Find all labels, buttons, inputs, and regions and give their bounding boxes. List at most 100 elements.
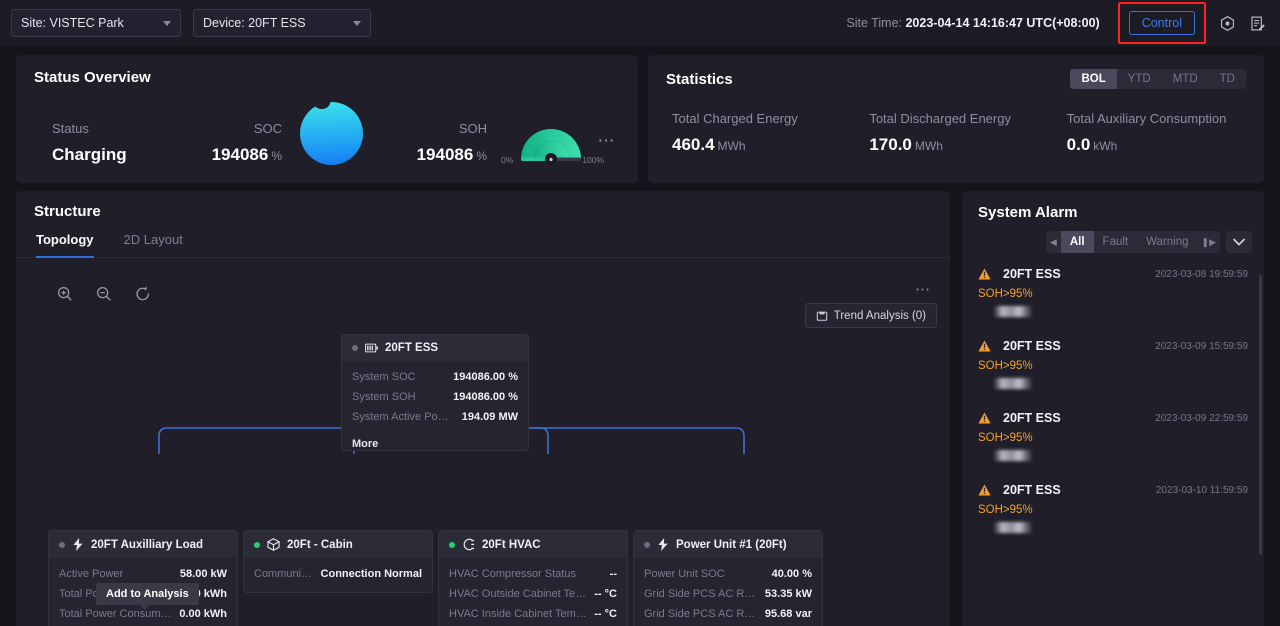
status-metric-label: Status: [52, 121, 89, 136]
selector-group: Site: VISTEC Park Device: 20FT ESS: [0, 9, 371, 37]
status-metric-value: Charging: [52, 145, 127, 164]
alarm-item[interactable]: 20FT ESS 2023-03-09 15:59:59 SOH>95%: [978, 339, 1248, 389]
alarm-filter-all[interactable]: All: [1060, 231, 1094, 253]
alarm-message: SOH>95%: [978, 432, 1033, 444]
site-select[interactable]: Site: VISTEC Park: [11, 9, 181, 37]
statistic-number: 460.4: [672, 135, 715, 154]
tab-topology[interactable]: Topology: [36, 232, 94, 258]
alarm-redacted-detail: [994, 306, 1032, 317]
soc-blob-fill: [300, 102, 363, 165]
bolt-icon: [658, 538, 668, 551]
node-row: Communicatio.. Connection Normal: [244, 564, 432, 584]
node-row-value: Connection Normal: [320, 568, 422, 580]
zoom-in-icon[interactable]: [56, 285, 74, 303]
topology-node-cabin[interactable]: 20Ft - Cabin Communicatio.. Connection No…: [243, 530, 433, 593]
control-button[interactable]: Control: [1128, 11, 1195, 35]
alarm-message: SOH>95%: [978, 504, 1033, 516]
add-to-analysis-tooltip: Add to Analysis: [96, 583, 199, 610]
node-row-label: Total Power Consumpti...: [59, 608, 174, 620]
topology-node-root[interactable]: 20FT ESS System SOC 194086.00 % System SOH…: [341, 334, 529, 451]
alarm-device-name: 20FT ESS: [1003, 483, 1061, 497]
node-row: HVAC Compressor Status --: [439, 564, 627, 584]
node-row-value: 194086.00 %: [453, 391, 518, 403]
node-more-link[interactable]: More: [342, 435, 528, 450]
node-status-dot: [644, 541, 650, 548]
statistics-range-mtd[interactable]: MTD: [1162, 69, 1209, 89]
node-row-value: 194086.00 %: [453, 371, 518, 383]
node-row-label: Grid Side PCS AC Reac...: [644, 608, 759, 620]
statistic-value: 0.0 kWh: [1067, 135, 1264, 155]
soh-gauge: 0% 100%: [501, 115, 604, 165]
reset-icon[interactable]: [134, 285, 152, 303]
topology-node-power-unit[interactable]: Power Unit #1 (20Ft) Power Unit SOC 40.00…: [633, 530, 823, 626]
alarm-filter-dropdown[interactable]: [1226, 231, 1252, 253]
statistic-unit: kWh: [1093, 139, 1118, 153]
node-row-value: 58.00 kW: [179, 568, 227, 580]
structure-tabs[interactable]: Topology 2D Layout: [16, 220, 950, 258]
alarm-filter-warning[interactable]: Warning: [1137, 231, 1197, 253]
statistic-item: Total Charged Energy 460.4 MWh: [672, 111, 869, 155]
soh-metric: SOH 194086%: [375, 121, 487, 165]
node-header: 20FT ESS: [342, 335, 528, 361]
statistic-number: 0.0: [1066, 135, 1091, 154]
node-header: 20Ft HVAC: [439, 531, 627, 558]
alarm-filter-tabs[interactable]: ◀ All Fault Warning ❚▶: [1045, 231, 1220, 253]
soh-gauge-max-label: 100%: [582, 155, 604, 165]
alarm-left: 20FT ESS: [978, 339, 1061, 353]
alarm-timestamp: 2023-03-08 19:59:59: [1155, 268, 1248, 280]
site-time-value: 2023-04-14 14:16:47 UTC(+08:00): [905, 16, 1100, 30]
hexagon-target-icon[interactable]: [1212, 8, 1242, 38]
node-row-value: 0.00 kWh: [179, 608, 227, 620]
node-row-label: System Active Power (...: [352, 411, 456, 423]
node-row: HVAC Outside Cabinet Tem... -- °C: [439, 584, 627, 604]
statistic-value: 460.4 MWh: [672, 135, 869, 155]
cube-icon: [267, 538, 280, 551]
soc-unit: %: [271, 149, 282, 163]
alarm-scrollbar[interactable]: [1259, 275, 1262, 555]
alarm-filter-prev-icon[interactable]: ◀: [1046, 237, 1061, 248]
control-highlight-box: Control: [1117, 2, 1206, 44]
alarm-item[interactable]: 20FT ESS 2023-03-09 22:59:59 SOH>95%: [978, 411, 1248, 461]
alarm-left: 20FT ESS: [978, 267, 1061, 281]
topology-zoom-controls: [56, 285, 152, 303]
alarm-device-name: 20FT ESS: [1003, 339, 1061, 353]
node-header: Power Unit #1 (20Ft): [634, 531, 822, 558]
statistic-unit: MWh: [914, 139, 943, 153]
node-row-value: 40.00 %: [771, 568, 812, 580]
zoom-out-icon[interactable]: [95, 285, 113, 303]
app-root: Site: VISTEC Park Device: 20FT ESS Site …: [0, 0, 1280, 626]
tab-2d-layout[interactable]: 2D Layout: [124, 232, 183, 257]
status-overview-header: Status Overview: [16, 55, 638, 86]
alarm-item[interactable]: 20FT ESS 2023-03-10 11:59:59 SOH>95%: [978, 483, 1248, 533]
statistics-range-ytd[interactable]: YTD: [1117, 69, 1162, 89]
statistics-card: Statistics BOL YTD MTD TD Total Charged Ene…: [648, 55, 1264, 183]
node-body: Communicatio.. Connection Normal: [244, 558, 432, 592]
alarm-device-name: 20FT ESS: [1003, 411, 1061, 425]
document-edit-icon[interactable]: [1242, 8, 1272, 38]
node-row-value: -- °C: [594, 588, 617, 600]
alarm-filter-next-icon[interactable]: ❚▶: [1198, 237, 1220, 248]
node-row-label: HVAC Inside Cabinet Temp...: [449, 608, 589, 620]
system-alarm-title: System Alarm: [978, 204, 1078, 221]
statistics-items: Total Charged Energy 460.4 MWh Total Discha…: [648, 89, 1264, 155]
trend-analysis-button[interactable]: Trend Analysis (0): [804, 303, 937, 328]
alarm-row-top: 20FT ESS 2023-03-09 22:59:59: [978, 411, 1248, 425]
topology-node-aux-load[interactable]: 20FT Auxilliary Load Active Power 58.00 k…: [48, 530, 238, 626]
statistics-range-toggle[interactable]: BOL YTD MTD TD: [1070, 69, 1246, 89]
statistics-range-td[interactable]: TD: [1209, 69, 1246, 89]
device-select[interactable]: Device: 20FT ESS: [193, 9, 371, 37]
alarm-redacted-detail: [994, 522, 1032, 533]
alarm-filter-fault[interactable]: Fault: [1094, 231, 1138, 253]
topology-more-icon[interactable]: ⋯: [915, 282, 932, 297]
alarm-row-top: 20FT ESS 2023-03-08 19:59:59: [978, 267, 1248, 281]
statistics-range-bol[interactable]: BOL: [1070, 69, 1117, 89]
alarm-left: 20FT ESS: [978, 483, 1061, 497]
alarm-item[interactable]: 20FT ESS 2023-03-08 19:59:59 SOH>95%: [978, 267, 1248, 317]
node-row: System SOH 194086.00 %: [342, 387, 528, 407]
status-overview-more-icon[interactable]: ⋯: [598, 132, 617, 149]
warning-triangle-icon: [978, 412, 991, 424]
topology-node-hvac[interactable]: 20Ft HVAC HVAC Compressor Status -- HVAC O…: [438, 530, 628, 626]
node-title: 20Ft HVAC: [482, 538, 541, 551]
alarm-timestamp: 2023-03-10 11:59:59: [1155, 484, 1248, 496]
statistics-title: Statistics: [666, 70, 733, 88]
